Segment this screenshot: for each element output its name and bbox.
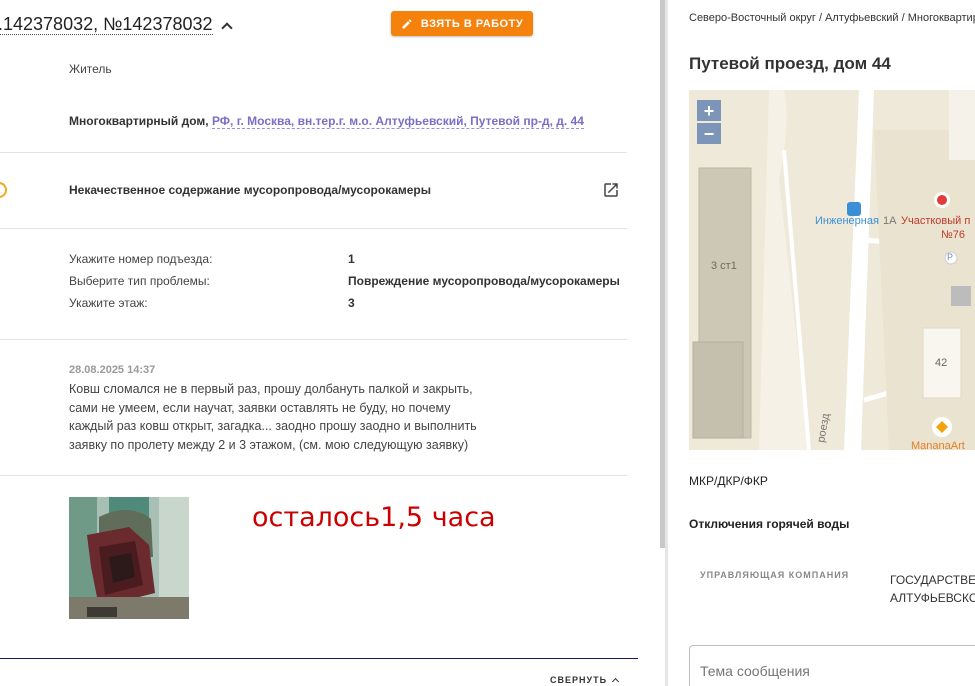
section-divider [0, 658, 638, 659]
parking-icon: P [947, 252, 954, 262]
breadcrumb[interactable]: Северо-Восточный округ / Алтуфьевский / … [689, 12, 975, 24]
address-link[interactable]: РФ, г. Москва, вн.тер.г. м.о. Алтуфьевск… [211, 114, 584, 129]
collapse-label: СВЕРНУТЬ [550, 675, 608, 685]
detail-value-entrance: 1 [348, 252, 355, 266]
poi-label: Участковый п [901, 215, 971, 227]
hot-water-label[interactable]: Отключения горячей воды [689, 517, 849, 531]
bus-stop-number: 1А [883, 215, 897, 227]
take-to-work-button[interactable]: ВЗЯТЬ В РАБОТУ [391, 11, 533, 36]
management-company-line: АЛТУФЬЕВСКОГО РАЙОНА [890, 591, 975, 605]
divider [0, 339, 627, 340]
comment-line: заявку по пролету между 2 и 3 этажом, (с… [69, 437, 469, 452]
comment-line: Ковш сломался не в первый раз, прошу дол… [69, 382, 473, 396]
management-company-line: ГОСУДАРСТВЕННОЕ БЮДЖЕТНОЕ [890, 573, 975, 587]
category-status-icon [0, 182, 7, 198]
divider [0, 475, 627, 476]
ticket-title[interactable]: .142378032, №142378032 [0, 14, 233, 35]
zoom-in-button[interactable]: + [697, 100, 721, 121]
house-number-label: 42 [935, 357, 948, 369]
applicant-type: Житель [69, 62, 112, 76]
house-info-panel: Северо-Восточный округ / Алтуфьевский / … [668, 0, 975, 686]
ticket-number[interactable]: .142378032, №142378032 [0, 14, 213, 35]
bus-stop-label: Инженерная [815, 215, 879, 227]
map-zoom-controls[interactable]: + − [697, 100, 721, 144]
time-remaining-overlay: осталось1,5 часа [252, 502, 496, 533]
management-company-label: УПРАВЛЯЮЩАЯ КОМПАНИЯ [700, 570, 850, 580]
collapse-button[interactable]: СВЕРНУТЬ [550, 675, 620, 686]
chevron-up-icon[interactable] [220, 22, 233, 34]
address-prefix: Многоквартирный дом, [69, 114, 209, 128]
open-external-icon[interactable] [602, 181, 620, 199]
ticket-panel: .142378032, №142378032 ВЗЯТЬ В РАБОТУ Жи… [0, 0, 665, 686]
shop-label: MananaArt [911, 440, 965, 450]
take-to-work-label: ВЗЯТЬ В РАБОТУ [420, 17, 524, 30]
detail-label-problem-type: Выберите тип проблемы: [69, 274, 210, 288]
comment-date: 28.08.2025 14:37 [69, 364, 156, 376]
category-title: Некачественное содержание мусоропровода/… [69, 183, 431, 197]
comment-line: каждый раз ковш открыт, загадка... заодн… [69, 419, 477, 433]
attachment-photo[interactable] [69, 497, 189, 619]
comment-line: сами не умеем, если научат, заявки остав… [69, 400, 451, 415]
mkr-section-label[interactable]: МКР/ДКР/ФКР [689, 474, 768, 488]
comment-text: Ковш сломался не в первый раз, прошу дол… [69, 380, 499, 454]
house-title: Путевой проезд, дом 44 [689, 54, 891, 73]
divider [0, 228, 627, 229]
address-line: Многоквартирный дом, РФ, г. Москва, вн.т… [69, 114, 584, 129]
building-label: 3 ст1 [711, 260, 737, 272]
chevron-up-icon [612, 677, 620, 686]
zoom-out-button[interactable]: − [697, 123, 721, 144]
detail-label-entrance: Укажите номер подъезда: [69, 252, 213, 266]
management-company-value: ГОСУДАРСТВЕННОЕ БЮДЖЕТНОЕ АЛТУФЬЕВСКОГО … [890, 571, 975, 607]
pencil-icon [402, 18, 412, 28]
poi-number: №76 [941, 229, 966, 241]
divider [0, 152, 627, 153]
detail-value-floor: 3 [348, 296, 355, 310]
detail-label-floor: Укажите этаж: [69, 296, 148, 310]
photo-image [69, 497, 189, 619]
message-subject-input[interactable] [689, 645, 975, 686]
detail-value-problem-type: Повреждение мусоропровода/мусорокамеры [348, 274, 620, 288]
map[interactable]: + − 3 ст1 Инженерная 1А Участковый п №76… [689, 90, 975, 450]
